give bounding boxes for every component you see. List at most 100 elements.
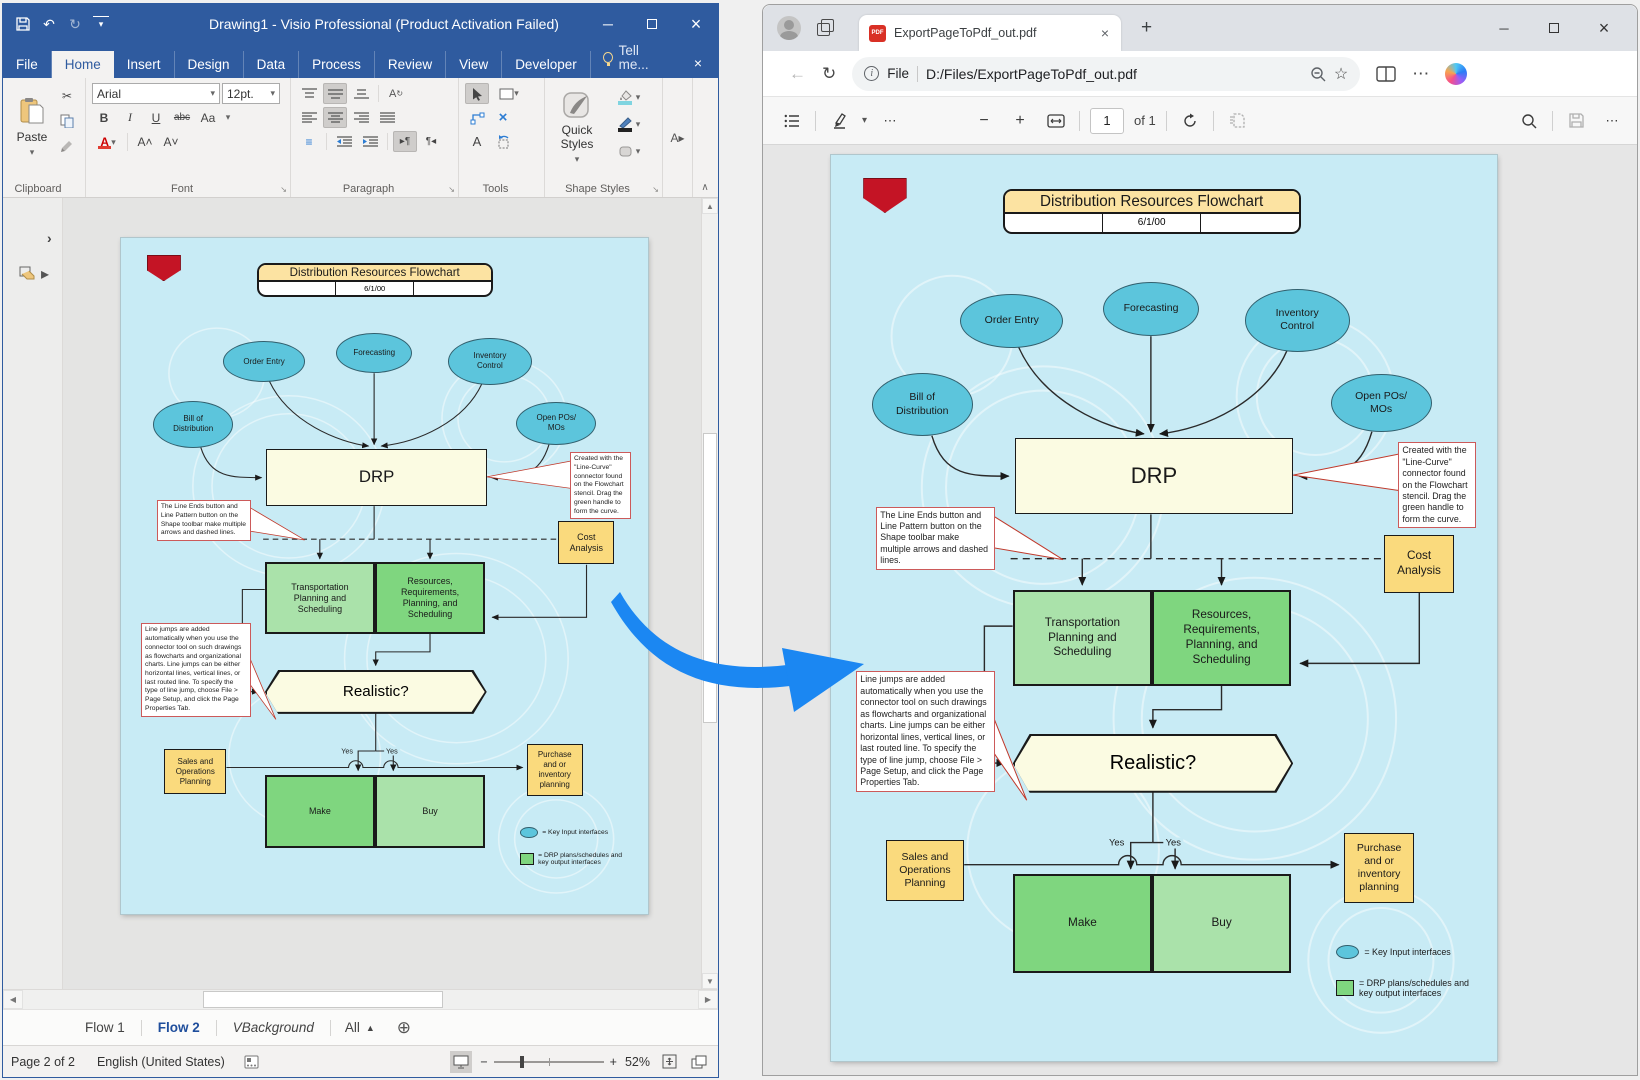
zoom-slider-thumb[interactable] <box>520 1056 524 1068</box>
page-tab-vbackground[interactable]: VBackground <box>221 1014 326 1041</box>
align-middle-button[interactable] <box>323 83 347 104</box>
minimize-button[interactable] <box>1489 13 1519 43</box>
zoom-out-button[interactable] <box>480 1055 487 1069</box>
scroll-down-arrow[interactable]: ▼ <box>702 973 718 989</box>
node-buy[interactable]: Buy <box>375 775 485 849</box>
annotation-more-icon[interactable] <box>877 108 903 134</box>
node-order-entry[interactable]: Order Entry <box>223 341 305 382</box>
info-icon[interactable]: i <box>864 66 879 81</box>
tab-close-icon[interactable] <box>1097 25 1113 41</box>
font-dialog-launcher[interactable] <box>280 185 287 194</box>
node-drp[interactable]: DRP <box>266 449 486 506</box>
node-forecasting[interactable]: Forecasting <box>336 333 412 374</box>
collapse-ribbon-button[interactable] <box>701 182 708 193</box>
tab-data[interactable]: Data <box>244 51 300 79</box>
tab-view[interactable]: View <box>446 51 502 79</box>
increase-font-size-button[interactable] <box>133 132 157 153</box>
node-drp[interactable]: DRP <box>1015 438 1293 514</box>
vertical-scrollbar[interactable]: ▲ ▼ <box>701 198 718 989</box>
zoom-slider[interactable] <box>480 1055 617 1069</box>
tell-me-box[interactable]: Tell me... <box>591 37 678 78</box>
node-realistic-decision[interactable]: Realistic? <box>265 670 487 714</box>
undo-button[interactable] <box>41 16 57 32</box>
presentation-mode-icon[interactable] <box>450 1051 472 1073</box>
change-case-button[interactable] <box>196 107 220 128</box>
node-buy[interactable]: Buy <box>1152 874 1291 973</box>
rotate-tool-button[interactable] <box>491 131 515 152</box>
fill-color-button[interactable] <box>609 86 649 108</box>
expand-panel-chevron[interactable] <box>47 230 52 246</box>
horizontal-scrollbar[interactable]: ◀ ▶ <box>3 989 718 1009</box>
rotate-page-icon[interactable] <box>1177 108 1203 134</box>
line-color-button[interactable] <box>609 113 649 135</box>
fit-page-icon[interactable] <box>658 1051 680 1073</box>
zoom-level[interactable]: 52% <box>625 1055 650 1069</box>
scroll-right-arrow[interactable]: ▶ <box>698 990 718 1009</box>
refresh-button[interactable] <box>822 64 836 84</box>
vscroll-thumb[interactable] <box>703 433 717 723</box>
browser-tab-active[interactable]: ExportPageToPdf_out.pdf <box>859 15 1121 51</box>
node-make[interactable]: Make <box>1013 874 1152 973</box>
tab-process[interactable]: Process <box>299 51 375 79</box>
flowchart-title-block[interactable]: Distribution Resources Flowchart 6/1/00 <box>1003 189 1301 234</box>
insert-page-button[interactable] <box>389 1018 419 1038</box>
annotation-line-ends[interactable]: The Line Ends button and Line Pattern bu… <box>876 507 995 570</box>
tab-home[interactable]: Home <box>52 51 114 79</box>
node-order-entry[interactable]: Order Entry <box>960 294 1063 348</box>
stencil-icon[interactable] <box>19 264 49 284</box>
align-right-button[interactable] <box>349 107 373 128</box>
tab-groups-icon[interactable] <box>817 18 837 38</box>
font-name-select[interactable]: Arial <box>92 83 220 104</box>
page-tab-flow2[interactable]: Flow 2 <box>146 1014 212 1041</box>
tab-insert[interactable]: Insert <box>114 51 175 79</box>
page-tab-flow1[interactable]: Flow 1 <box>73 1014 137 1041</box>
all-pages-tab[interactable]: All▲ <box>335 1014 385 1041</box>
paste-button[interactable]: Paste <box>9 83 55 171</box>
paragraph-dialog-launcher[interactable] <box>448 185 455 194</box>
status-language[interactable]: English (United States) <box>97 1055 225 1069</box>
node-resources-requirements[interactable]: Resources, Requirements, Planning, and S… <box>375 562 485 634</box>
node-bill-of-distribution[interactable]: Bill of Distribution <box>153 401 233 448</box>
case-dropdown[interactable] <box>222 107 234 128</box>
highlighter-pen-icon[interactable] <box>826 108 852 134</box>
table-of-contents-icon[interactable] <box>779 108 805 134</box>
node-sales-operations[interactable]: Sales and Operations Planning <box>886 840 965 901</box>
node-forecasting[interactable]: Forecasting <box>1103 282 1200 336</box>
increase-indent-button[interactable] <box>358 131 382 152</box>
quick-styles-button[interactable]: Quick Styles <box>551 83 603 173</box>
node-resources-requirements[interactable]: Resources, Requirements, Planning, and S… <box>1152 590 1291 686</box>
node-purchase-inventory[interactable]: Purchase and or inventory planning <box>1344 833 1415 904</box>
scroll-left-arrow[interactable]: ◀ <box>3 990 23 1009</box>
address-url[interactable]: D:/Files/ExportPageToPdf_out.pdf <box>926 66 1302 82</box>
node-bill-of-distribution[interactable]: Bill of Distribution <box>872 373 973 436</box>
customize-qat-button[interactable] <box>93 16 109 32</box>
node-open-pos-mos[interactable]: Open POs/ MOs <box>516 402 596 445</box>
rectangle-tool-button[interactable] <box>491 83 527 104</box>
node-transportation-planning[interactable]: Transportation Planning and Scheduling <box>1013 590 1152 686</box>
document-close-button[interactable] <box>678 48 718 78</box>
font-size-select[interactable]: 12pt. <box>222 83 280 104</box>
format-painter-button[interactable] <box>55 135 79 156</box>
page-view-icon[interactable] <box>1224 108 1250 134</box>
back-button[interactable] <box>789 64 806 84</box>
text-direction-rtl-button[interactable] <box>419 131 443 152</box>
redo-button[interactable] <box>67 16 83 32</box>
node-sales-operations[interactable]: Sales and Operations Planning <box>164 749 226 794</box>
annotation-created-with[interactable]: Created with the "Line-Curve" connector … <box>1398 442 1475 528</box>
tab-design[interactable]: Design <box>175 51 244 79</box>
bullets-button[interactable] <box>297 131 321 152</box>
tab-review[interactable]: Review <box>375 51 446 79</box>
cut-button[interactable] <box>55 85 79 106</box>
decrease-font-size-button[interactable] <box>159 132 183 153</box>
zoom-in-button[interactable] <box>610 1055 617 1069</box>
annotation-created-with[interactable]: Created with the "Line-Curve" connector … <box>570 452 631 519</box>
node-realistic-decision[interactable]: Realistic? <box>1013 734 1293 793</box>
page-number-input[interactable]: 1 <box>1090 108 1124 134</box>
node-inventory-control[interactable]: Inventory Control <box>1245 289 1350 352</box>
font-color-button[interactable] <box>92 131 122 153</box>
scroll-up-arrow[interactable]: ▲ <box>702 198 718 214</box>
connector-tool-button[interactable] <box>465 107 489 128</box>
favorites-star-icon[interactable] <box>1334 64 1348 84</box>
align-left-button[interactable] <box>297 107 321 128</box>
align-bottom-button[interactable] <box>349 83 373 104</box>
